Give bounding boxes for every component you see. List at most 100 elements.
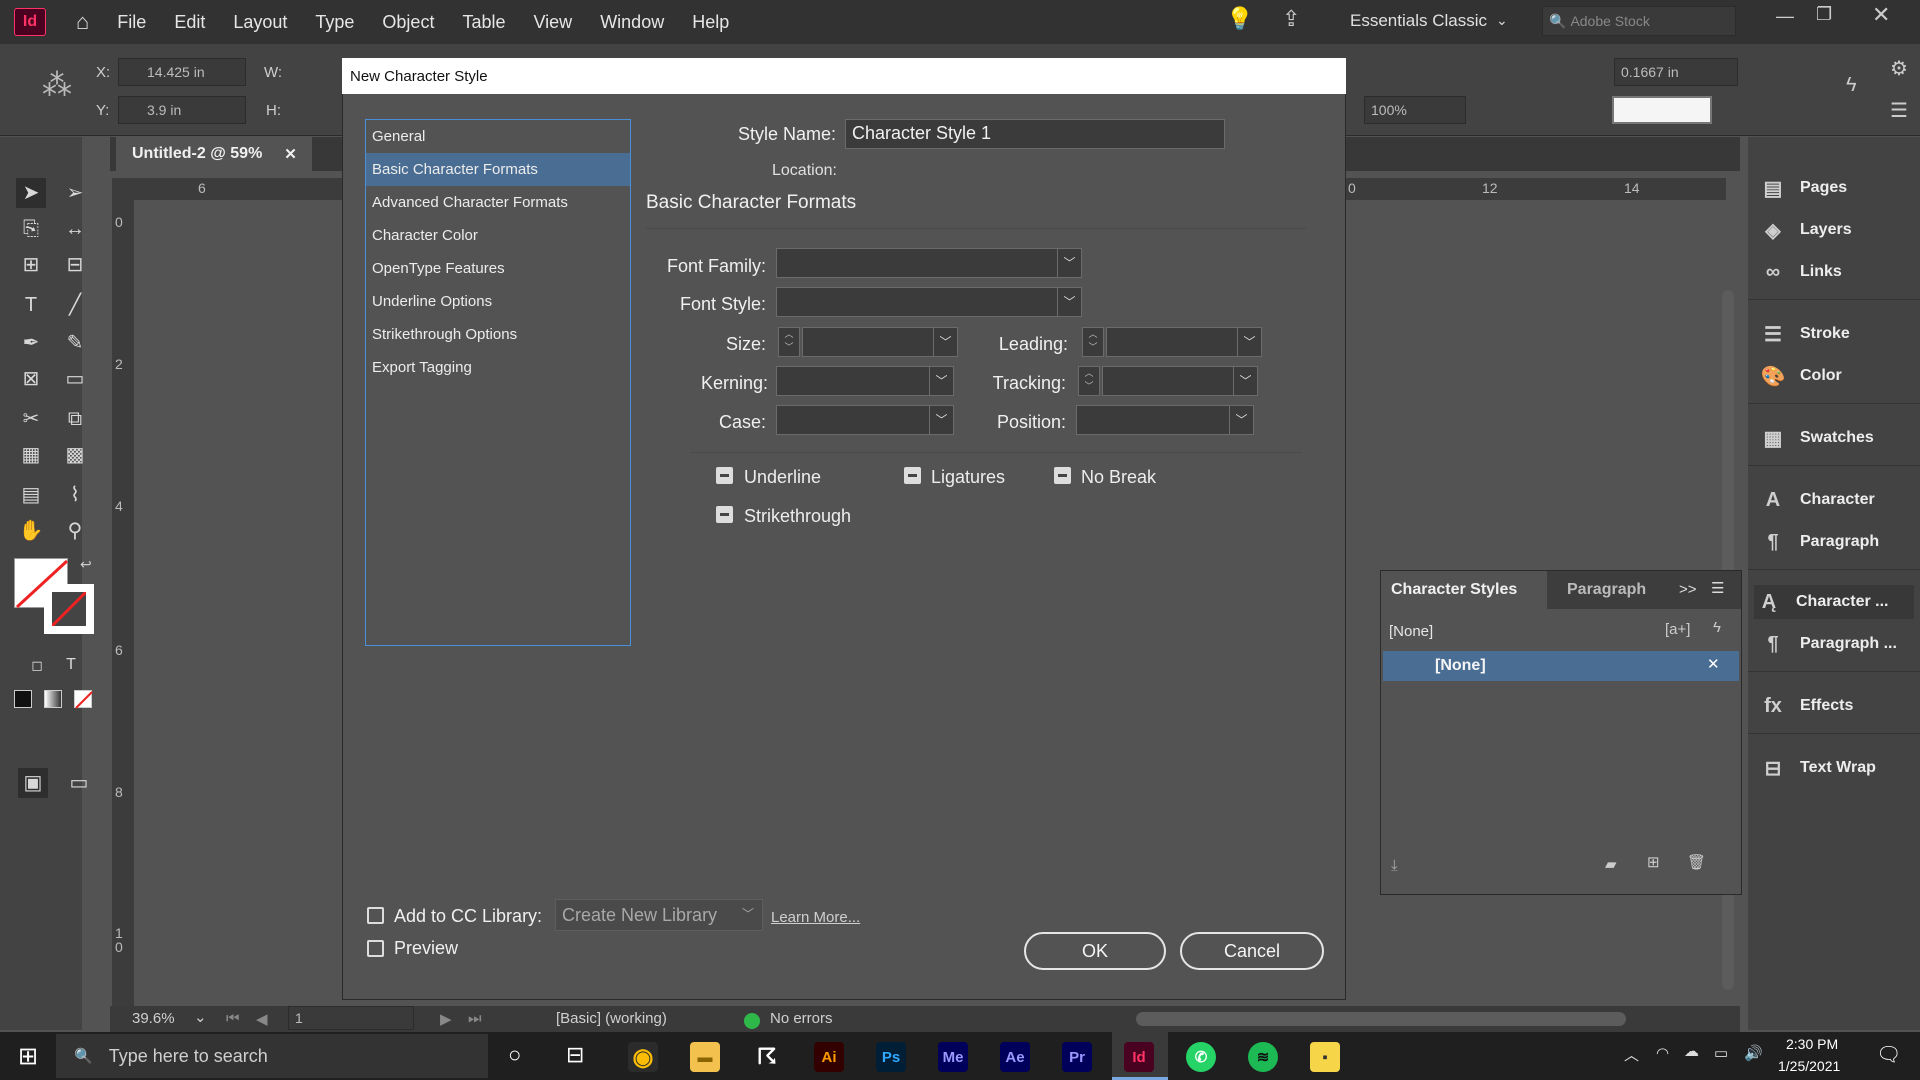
panel-pages[interactable]: ▤ Pages bbox=[1758, 171, 1918, 205]
panel-stroke[interactable]: ☰ Stroke bbox=[1758, 317, 1918, 351]
gradient-swatch-tool-icon[interactable]: ▦ bbox=[16, 440, 46, 470]
list-item[interactable]: [None] bbox=[1383, 651, 1739, 681]
chevron-up-icon[interactable]: ︿ bbox=[1624, 1044, 1639, 1065]
menu-view[interactable]: View bbox=[533, 12, 572, 33]
taskbar-search[interactable]: 🔍 Type here to search bbox=[56, 1034, 488, 1078]
last-page-icon[interactable]: ⏭ bbox=[468, 1010, 482, 1027]
gradient-feather-tool-icon[interactable]: ▩ bbox=[60, 440, 90, 470]
menu-table[interactable]: Table bbox=[462, 12, 505, 33]
tab-character-styles[interactable]: Character Styles bbox=[1381, 571, 1547, 609]
underline-checkbox[interactable] bbox=[716, 467, 733, 484]
line-tool-icon[interactable]: ╱ bbox=[60, 290, 90, 320]
whatsapp-icon[interactable]: ✆ bbox=[1186, 1042, 1216, 1072]
category-underline-options[interactable]: Underline Options bbox=[366, 285, 630, 318]
chrome-icon[interactable]: ◉ bbox=[628, 1042, 658, 1072]
page-field[interactable]: 1 bbox=[288, 1006, 414, 1030]
document-tab[interactable]: Untitled-2 @ 59% ✕ bbox=[116, 137, 312, 171]
load-styles-icon[interactable]: ⤓ bbox=[1391, 857, 1398, 874]
panel-paragraph-styles[interactable]: ¶ Paragraph ... bbox=[1758, 627, 1918, 661]
lightbulb-icon[interactable]: 💡 bbox=[1226, 6, 1253, 32]
zoom-tool-icon[interactable]: ⚲ bbox=[60, 516, 90, 546]
view-mode-icon[interactable]: ▭ bbox=[64, 768, 94, 798]
stroke-style-swatch[interactable] bbox=[1612, 96, 1712, 124]
leading-select[interactable]: ﹀ bbox=[1106, 327, 1262, 357]
windows-start-icon[interactable]: ⊞ bbox=[18, 1042, 38, 1071]
panel-character[interactable]: A Character bbox=[1758, 483, 1918, 517]
home-icon[interactable]: ⌂ bbox=[76, 9, 89, 35]
learn-more-link[interactable]: Learn More... bbox=[771, 909, 860, 926]
panel-paragraph[interactable]: ¶ Paragraph bbox=[1758, 525, 1918, 559]
hand-tool-icon[interactable]: ✋ bbox=[16, 516, 46, 546]
panel-text-wrap[interactable]: ⊟ Text Wrap bbox=[1758, 751, 1918, 785]
size-stepper[interactable]: ︿ ﹀ bbox=[778, 327, 800, 357]
category-character-color[interactable]: Character Color bbox=[366, 219, 630, 252]
clock-time[interactable]: 2:30 PM bbox=[1786, 1036, 1838, 1052]
first-page-icon[interactable]: ⏮ bbox=[226, 1010, 240, 1027]
zoom-level[interactable]: 39.6% bbox=[132, 1010, 175, 1027]
clock-date[interactable]: 1/25/2021 bbox=[1778, 1058, 1840, 1074]
selection-tool-icon[interactable]: ➤ bbox=[16, 178, 46, 208]
panel-swatches[interactable]: ▦ Swatches bbox=[1758, 421, 1918, 455]
minimize-icon[interactable]: — bbox=[1776, 6, 1794, 27]
chevron-down-icon[interactable]: ⌄ bbox=[194, 1008, 207, 1026]
share-icon[interactable]: ⇪ bbox=[1282, 6, 1300, 32]
tracking-stepper[interactable]: ︿ ﹀ bbox=[1078, 366, 1100, 396]
swap-fill-stroke-icon[interactable]: ↩ bbox=[80, 556, 92, 573]
panel-color[interactable]: 🎨 Color bbox=[1758, 359, 1918, 393]
category-strikethrough-options[interactable]: Strikethrough Options bbox=[366, 318, 630, 351]
panel-layers[interactable]: ◈ Layers bbox=[1758, 213, 1918, 247]
apply-gradient-icon[interactable] bbox=[44, 690, 62, 708]
menu-type[interactable]: Type bbox=[315, 12, 354, 33]
menu-help[interactable]: Help bbox=[692, 12, 729, 33]
close-window-icon[interactable]: ✕ bbox=[1872, 2, 1890, 28]
page-tool-icon[interactable]: ⎘ bbox=[16, 214, 46, 244]
trash-icon[interactable]: 🗑 bbox=[1687, 853, 1706, 871]
category-general[interactable]: General bbox=[366, 120, 630, 153]
illustrator-icon[interactable]: Ai bbox=[814, 1042, 844, 1072]
category-export-tagging[interactable]: Export Tagging bbox=[366, 351, 630, 384]
style-name-input[interactable]: Character Style 1 bbox=[845, 119, 1225, 149]
font-family-select[interactable]: ﹀ bbox=[776, 248, 1082, 278]
type-tool-icon[interactable]: T bbox=[16, 290, 46, 320]
tracking-select[interactable]: ﹀ bbox=[1102, 366, 1258, 396]
category-basic-character-formats[interactable]: Basic Character Formats bbox=[366, 153, 630, 186]
chevron-down-icon[interactable]: ⌄ bbox=[1496, 12, 1508, 29]
close-tab-icon[interactable]: ✕ bbox=[284, 145, 297, 163]
scissors-tool-icon[interactable]: ✂ bbox=[16, 404, 46, 434]
eyedropper-tool-icon[interactable]: ⌇ bbox=[60, 480, 90, 510]
cancel-button[interactable]: Cancel bbox=[1180, 932, 1324, 970]
formatting-container-icon[interactable]: ◻ bbox=[22, 650, 52, 680]
menu-file[interactable]: File bbox=[117, 12, 146, 33]
volume-icon[interactable]: 🔊 bbox=[1744, 1044, 1763, 1062]
horizontal-scrollbar[interactable] bbox=[1136, 1012, 1626, 1026]
lightning-icon[interactable]: ϟ bbox=[1846, 74, 1857, 97]
formatting-text-icon[interactable]: T bbox=[56, 650, 86, 680]
workspace-switcher[interactable]: Essentials Classic bbox=[1350, 11, 1487, 31]
menu-window[interactable]: Window bbox=[600, 12, 664, 33]
stroke-swatch[interactable] bbox=[44, 584, 94, 634]
strikethrough-checkbox[interactable] bbox=[716, 506, 733, 523]
x-field[interactable]: 14.425 in bbox=[118, 58, 246, 86]
pen-tool-icon[interactable]: ✒ bbox=[16, 328, 46, 358]
after-effects-icon[interactable]: Ae bbox=[1000, 1042, 1030, 1072]
stroke-weight-field[interactable]: 0.1667 in bbox=[1614, 58, 1738, 86]
menu-layout[interactable]: Layout bbox=[233, 12, 287, 33]
photoshop-icon[interactable]: Ps bbox=[876, 1042, 906, 1072]
leading-stepper[interactable]: ︿ ﹀ bbox=[1082, 327, 1104, 357]
pencil-tool-icon[interactable]: ✎ bbox=[60, 328, 90, 358]
add-cc-library-checkbox[interactable] bbox=[367, 907, 384, 924]
category-opentype-features[interactable]: OpenType Features bbox=[366, 252, 630, 285]
spotify-icon[interactable]: ≋ bbox=[1248, 1042, 1278, 1072]
tab-paragraph[interactable]: Paragraph bbox=[1567, 581, 1646, 599]
direct-selection-tool-icon[interactable]: ➢ bbox=[60, 178, 90, 208]
preflight-profile[interactable]: [Basic] (working) bbox=[556, 1010, 667, 1027]
position-select[interactable]: ﹀ bbox=[1076, 405, 1254, 435]
ligatures-checkbox[interactable] bbox=[904, 467, 921, 484]
size-select[interactable]: ﹀ bbox=[802, 327, 958, 357]
content-collector-icon[interactable]: ⊞ bbox=[16, 250, 46, 280]
add-style-icon[interactable]: ⊞ bbox=[1647, 853, 1660, 871]
notifications-icon[interactable]: 🗨 bbox=[1876, 1042, 1901, 1067]
gap-tool-icon[interactable]: ↔ bbox=[60, 214, 90, 244]
wifi-icon[interactable]: ◠ bbox=[1656, 1044, 1669, 1062]
ok-button[interactable]: OK bbox=[1024, 932, 1166, 970]
